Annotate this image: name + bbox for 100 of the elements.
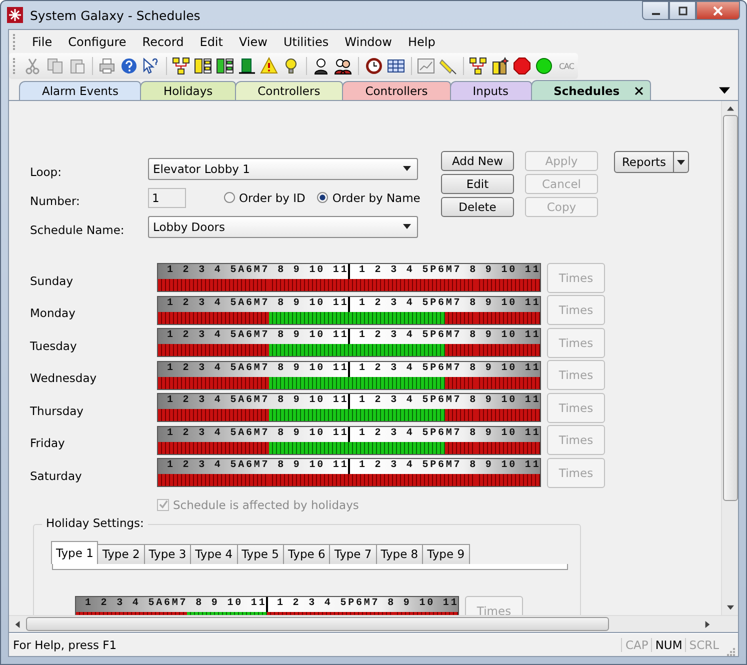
hour-slot[interactable] [333, 312, 350, 324]
scroll-left-icon[interactable] [15, 620, 20, 628]
close-button[interactable] [696, 1, 740, 20]
menu-item[interactable]: Utilities [275, 32, 337, 50]
document-tab[interactable]: Inputs [450, 81, 532, 100]
stop-sign-icon[interactable] [510, 55, 533, 77]
day-label: Thursday [30, 402, 84, 418]
document-tab[interactable]: Controllers [234, 81, 344, 100]
holiday-type-tab[interactable]: Type 1 [51, 540, 98, 564]
menu-item[interactable]: File [24, 32, 60, 50]
hour-slot[interactable] [508, 312, 524, 324]
hour-slot[interactable] [317, 376, 334, 389]
hour-slot[interactable] [333, 376, 350, 389]
hour-slot[interactable] [349, 312, 365, 324]
day-label: Monday [30, 305, 76, 320]
holiday-type-tab[interactable]: Type 7 [329, 544, 377, 564]
hour-scale: 1 2 3 4 5A6M7 8 9 10 11 [158, 426, 348, 442]
caret-icon [403, 166, 411, 171]
field-label: Number: [30, 192, 81, 208]
minimize-icon [652, 12, 660, 14]
scroll-down-icon[interactable] [726, 605, 734, 610]
hour-slot[interactable] [285, 312, 302, 324]
hour-slot[interactable] [269, 312, 286, 324]
scrollbar-thumb[interactable] [26, 617, 609, 631]
status-text: For Help, press F1 [13, 638, 118, 652]
holiday-type-tab[interactable]: Type 4 [190, 544, 238, 564]
maximize-button[interactable] [669, 1, 696, 20]
scrollbar-thumb[interactable] [722, 115, 738, 501]
hour-slot[interactable] [317, 442, 334, 454]
menu-item[interactable]: Edit [192, 32, 231, 50]
document-tab[interactable]: Controllers [342, 81, 451, 100]
radio-button[interactable] [224, 192, 235, 203]
hour-slot[interactable] [333, 442, 350, 454]
hour-slot[interactable] [301, 312, 318, 324]
hour-slot[interactable] [508, 442, 524, 454]
document-tab[interactable]: Alarm Events [19, 81, 142, 100]
menu-item[interactable]: Configure [60, 32, 134, 50]
radio-button[interactable] [317, 192, 328, 203]
hour-slot[interactable] [269, 442, 286, 454]
action-button[interactable]: Delete [441, 197, 514, 217]
reports-dropdown-button[interactable] [674, 151, 689, 173]
hour-slot[interactable] [254, 344, 270, 356]
hour-scale: 1 2 3 4 5A6M7 8 9 10 11 [158, 296, 348, 312]
schedule-name-dropdown[interactable]: Lobby Doors [148, 216, 418, 238]
hour-slot[interactable] [476, 442, 492, 454]
holiday-type-tab[interactable]: Type 5 [236, 544, 284, 564]
hour-slot[interactable] [492, 376, 508, 389]
checkbox-label: Schedule is affected by holidays [173, 498, 359, 512]
holiday-type-tab[interactable]: Type 6 [282, 544, 330, 564]
day-label: Tuesday [30, 338, 78, 353]
hour-slot[interactable] [285, 376, 302, 389]
holiday-type-tab[interactable]: Type 2 [97, 544, 145, 564]
hour-slot[interactable] [269, 376, 286, 389]
loop-dropdown[interactable]: Elevator Lobby 1 [148, 158, 418, 180]
hour-slot[interactable] [476, 312, 492, 324]
dropdown-arrow-icon[interactable] [719, 87, 730, 94]
day-label: Wednesday [30, 370, 98, 386]
scroll-right-icon[interactable] [705, 620, 710, 628]
hour-slot[interactable] [492, 442, 508, 454]
action-button[interactable]: Add New [441, 151, 514, 171]
hour-slot[interactable] [349, 376, 365, 389]
hour-slot[interactable] [492, 312, 508, 324]
scroll-up-icon[interactable] [726, 106, 734, 111]
flowchart-icon[interactable] [466, 55, 489, 77]
app-logo-icon [7, 7, 23, 23]
menu-item[interactable]: Window [336, 32, 400, 50]
hour-slot[interactable] [285, 442, 302, 454]
hour-slot[interactable] [254, 409, 270, 422]
caret-icon [677, 160, 685, 164]
menu-item[interactable]: View [230, 32, 276, 50]
document-tab[interactable]: Holidays [140, 81, 236, 100]
hour-slot[interactable] [349, 442, 365, 454]
resize-grip-icon[interactable] [725, 646, 735, 656]
hour-slot[interactable] [476, 376, 492, 389]
hour-scale: 1 2 3 4 5P6M7 8 9 10 11 [350, 362, 540, 377]
number-field[interactable]: 1 [148, 188, 186, 208]
menu-item[interactable]: Help [400, 32, 444, 50]
radio-label: Order by Name [332, 190, 420, 204]
document-tab[interactable]: Schedules [530, 80, 651, 100]
close-icon[interactable] [634, 86, 644, 96]
holiday-type-tab[interactable]: Type 8 [376, 544, 424, 564]
close-icon [713, 6, 723, 16]
menu-item[interactable]: Record [134, 32, 192, 50]
hour-scale: 1 2 3 4 5P6M7 8 9 10 11 [268, 597, 458, 612]
reports-button[interactable]: Reports [614, 151, 674, 173]
hour-slot[interactable] [508, 376, 524, 389]
holiday-type-tab[interactable]: Type 9 [422, 544, 470, 564]
hour-scale: 1 2 3 4 5A6M7 8 9 10 11 [76, 597, 266, 612]
hour-slot[interactable] [317, 312, 334, 324]
hour-slot[interactable] [301, 376, 318, 389]
minimize-button[interactable] [642, 1, 669, 20]
hour-scale: 1 2 3 4 5A6M7 8 9 10 11 [158, 394, 348, 410]
holiday-type-tab[interactable]: Type 3 [144, 544, 192, 564]
hour-slot[interactable] [301, 442, 318, 454]
flowchart-icon[interactable] [170, 55, 192, 77]
hour-scale: 1 2 3 4 5P6M7 8 9 10 11 [350, 426, 540, 442]
hour-scale: 1 2 3 4 5P6M7 8 9 10 11 [350, 329, 540, 344]
hour-scale: 1 2 3 4 5P6M7 8 9 10 11 [350, 296, 540, 312]
hour-scale: 1 2 3 4 5A6M7 8 9 10 11 [158, 459, 348, 474]
action-button[interactable]: Edit [441, 174, 514, 194]
